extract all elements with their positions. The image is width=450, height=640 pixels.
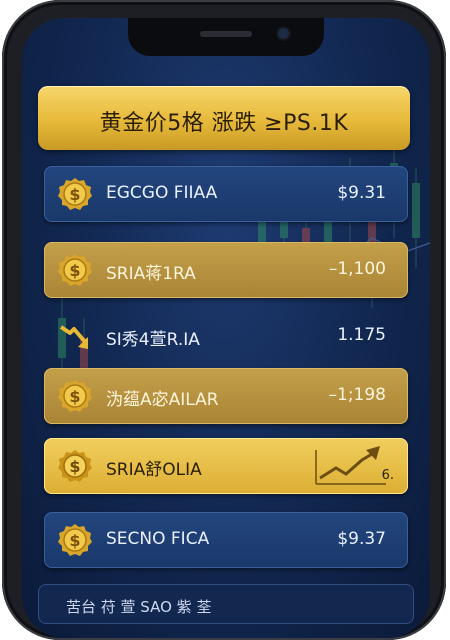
falling-arrow-icon xyxy=(59,325,88,349)
page-title: 黄金价5格 涨跌 ≥PS.1K xyxy=(99,111,349,136)
phone-screen: 黄金价5格 涨跌 ≥PS.1K $ EGCGO FIIAA $9.31 $ SR… xyxy=(22,18,430,638)
title-banner: 黄金价5格 涨跌 ≥PS.1K xyxy=(38,86,410,150)
bottom-bar-label: 苦台 苻 萱 SAO 紫 荃 xyxy=(66,598,212,616)
list-item[interactable]: $ 沩蕴A宓AILAR –1;198 xyxy=(44,368,408,424)
speaker-grille xyxy=(200,31,252,37)
gold-coin-icon: $ xyxy=(58,450,92,482)
asset-value: $9.31 xyxy=(337,183,386,203)
asset-name: SRIA蒋1RA xyxy=(106,264,196,284)
gold-coin-icon: $ xyxy=(58,254,92,286)
asset-value: $9.37 xyxy=(337,529,386,549)
list-item[interactable]: $ SRIA蒋1RA –1,100 xyxy=(44,242,408,298)
svg-text:$: $ xyxy=(69,185,80,204)
phone-frame: 黄金价5格 涨跌 ≥PS.1K $ EGCGO FIIAA $9.31 $ SR… xyxy=(2,0,446,640)
asset-value: 1.175 xyxy=(337,325,386,345)
list-item[interactable]: SI秀4萱R.IA 1.175 xyxy=(44,308,408,364)
gold-coin-icon: $ xyxy=(58,524,92,556)
bottom-partial-bar[interactable]: 苦台 苻 萱 SAO 紫 荃 xyxy=(38,584,414,624)
asset-value: –1;198 xyxy=(328,385,387,405)
asset-name: SI秀4萱R.IA xyxy=(106,330,200,350)
asset-value: –1,100 xyxy=(328,259,386,279)
asset-name: SECNO FICA xyxy=(106,529,210,549)
list-item[interactable]: $ SRIA舒OLIA 6. xyxy=(44,438,408,494)
asset-name: SRIA舒OLIA xyxy=(106,460,202,480)
rising-trend-icon xyxy=(315,446,386,485)
gold-coin-icon: $ xyxy=(58,178,92,210)
asset-name: 沩蕴A宓AILAR xyxy=(106,390,219,410)
front-camera xyxy=(278,28,289,39)
asset-value: 6. xyxy=(381,468,394,483)
asset-name: EGCGO FIIAA xyxy=(106,183,218,203)
phone-notch xyxy=(128,18,324,56)
svg-text:$: $ xyxy=(69,261,80,280)
list-item[interactable]: $ EGCGO FIIAA $9.31 xyxy=(44,166,408,222)
list-item[interactable]: $ SECNO FICA $9.37 xyxy=(44,512,408,568)
svg-text:$: $ xyxy=(69,387,80,406)
gold-coin-icon: $ xyxy=(58,380,92,412)
svg-text:$: $ xyxy=(69,457,80,476)
svg-text:$: $ xyxy=(69,531,80,550)
